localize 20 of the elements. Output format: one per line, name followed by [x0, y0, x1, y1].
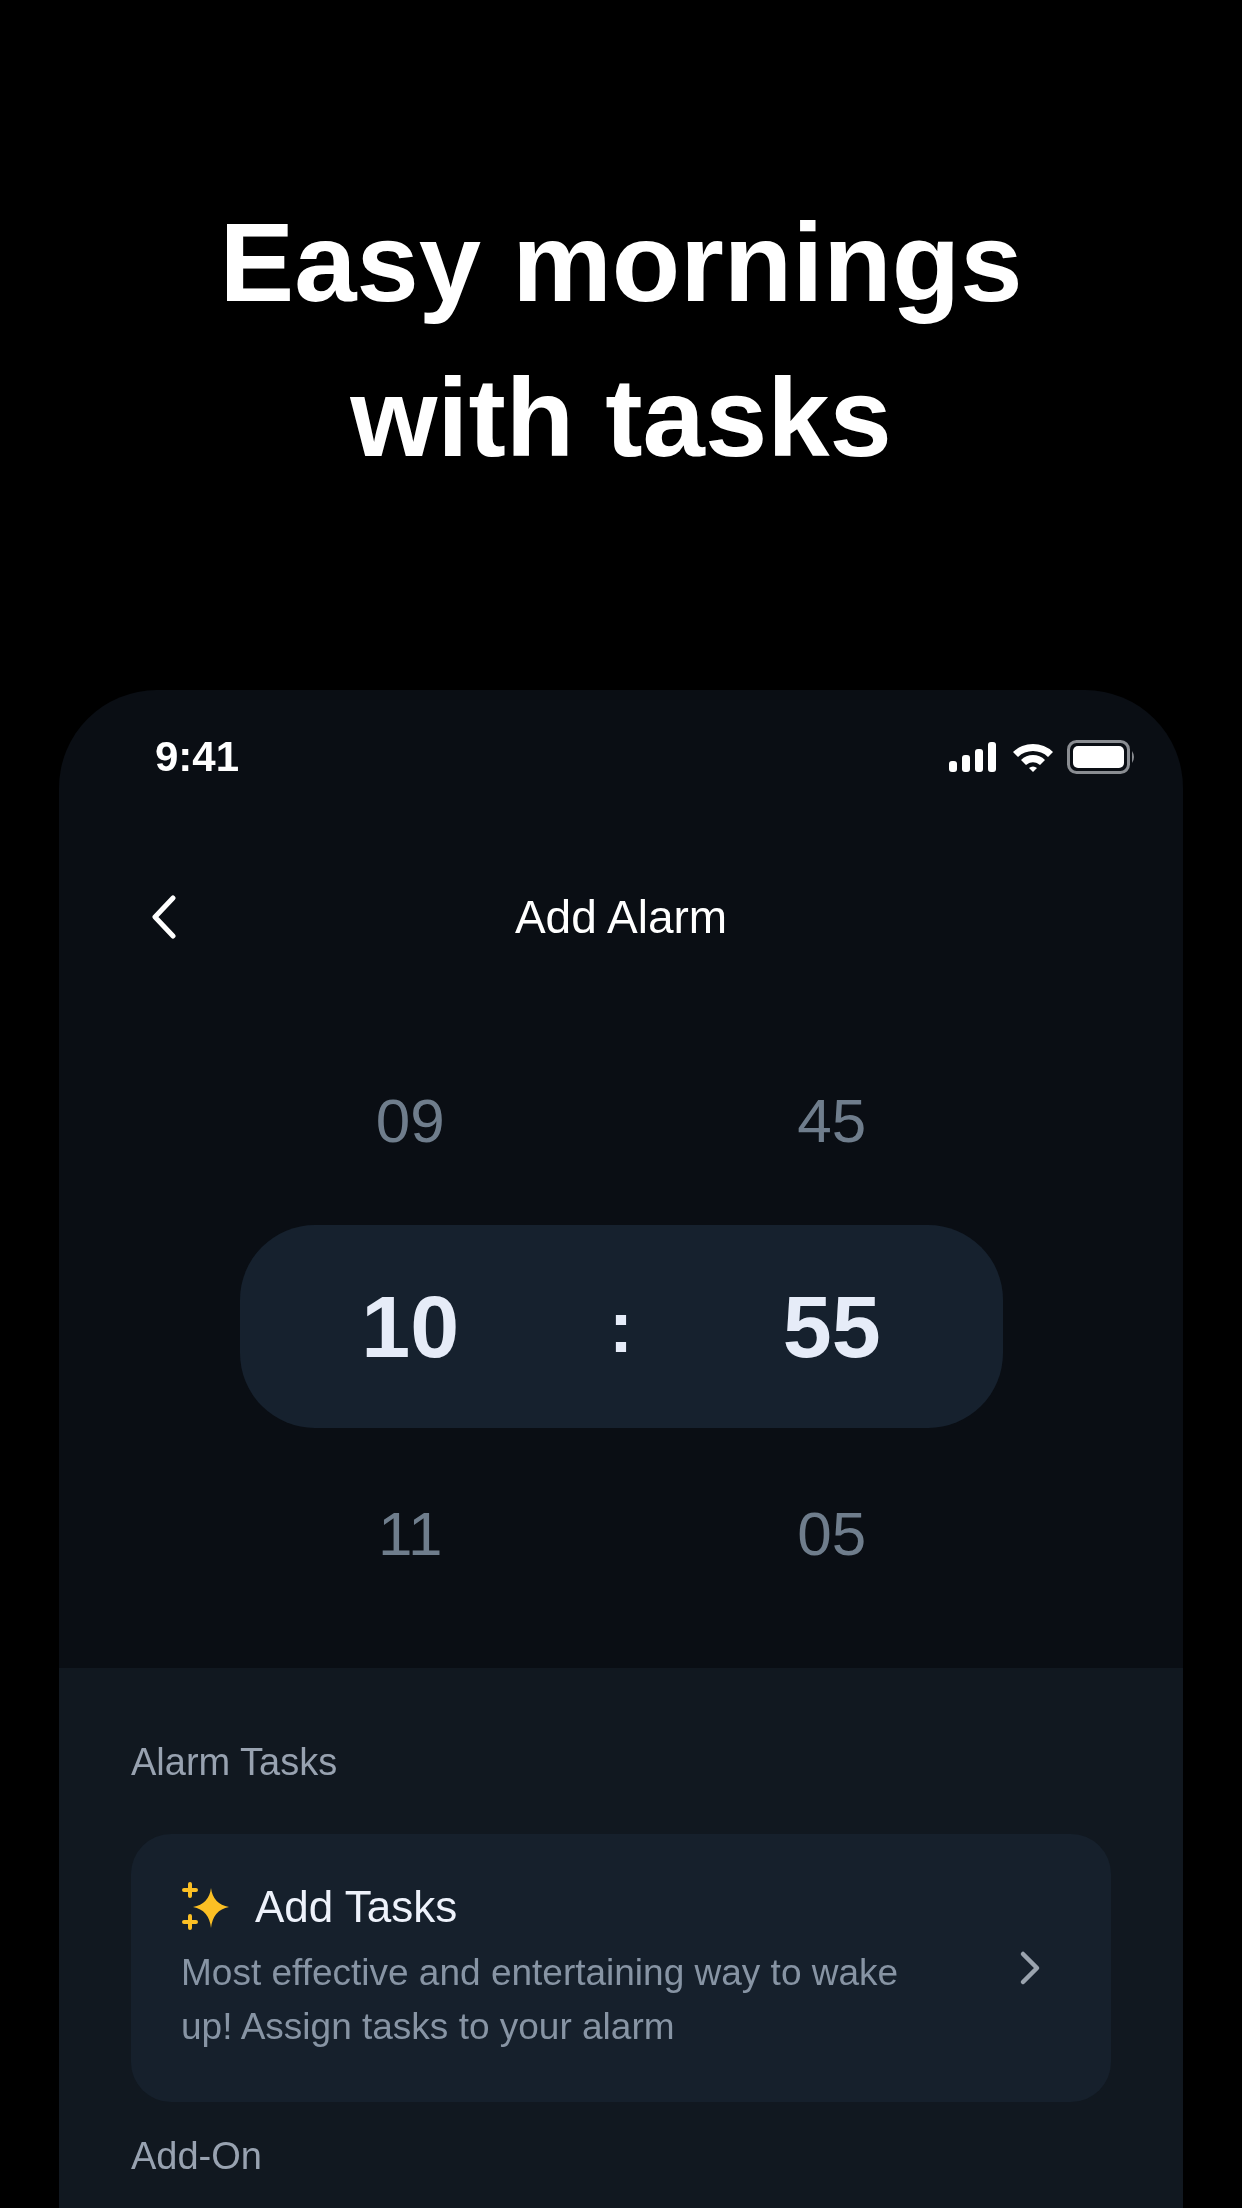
- time-separator: :: [609, 1285, 633, 1368]
- chevron-right-icon: [1019, 1950, 1041, 1986]
- section-heading: Alarm Tasks: [131, 1740, 339, 1785]
- minute-value[interactable]: 05: [797, 1497, 867, 1569]
- headline: Easy mornings with tasks: [218, 199, 1024, 482]
- screen-title: Add Alarm: [514, 890, 728, 944]
- card-title: Add Tasks: [255, 1882, 458, 1932]
- hour-value[interactable]: 11: [378, 1497, 443, 1569]
- wifi-icon: [1011, 741, 1055, 773]
- signal-icon: [949, 742, 999, 772]
- back-button[interactable]: [151, 895, 177, 939]
- add-tasks-card[interactable]: Add Tasks Most effective and entertaining way to wake up! Assign tasks to your alarm: [131, 1834, 1111, 2102]
- minute-value[interactable]: 55: [782, 1275, 881, 1378]
- status-time: 9:41: [155, 733, 240, 781]
- section-heading: Add-On: [131, 2134, 263, 2179]
- card-description: Most effective and entertaining way to wake up! Assign tasks to your alarm: [181, 1951, 900, 2049]
- hour-value[interactable]: 09: [375, 1084, 445, 1156]
- minute-value[interactable]: 45: [797, 1084, 867, 1156]
- hour-value[interactable]: 10: [361, 1275, 460, 1378]
- battery-icon: [1067, 740, 1137, 774]
